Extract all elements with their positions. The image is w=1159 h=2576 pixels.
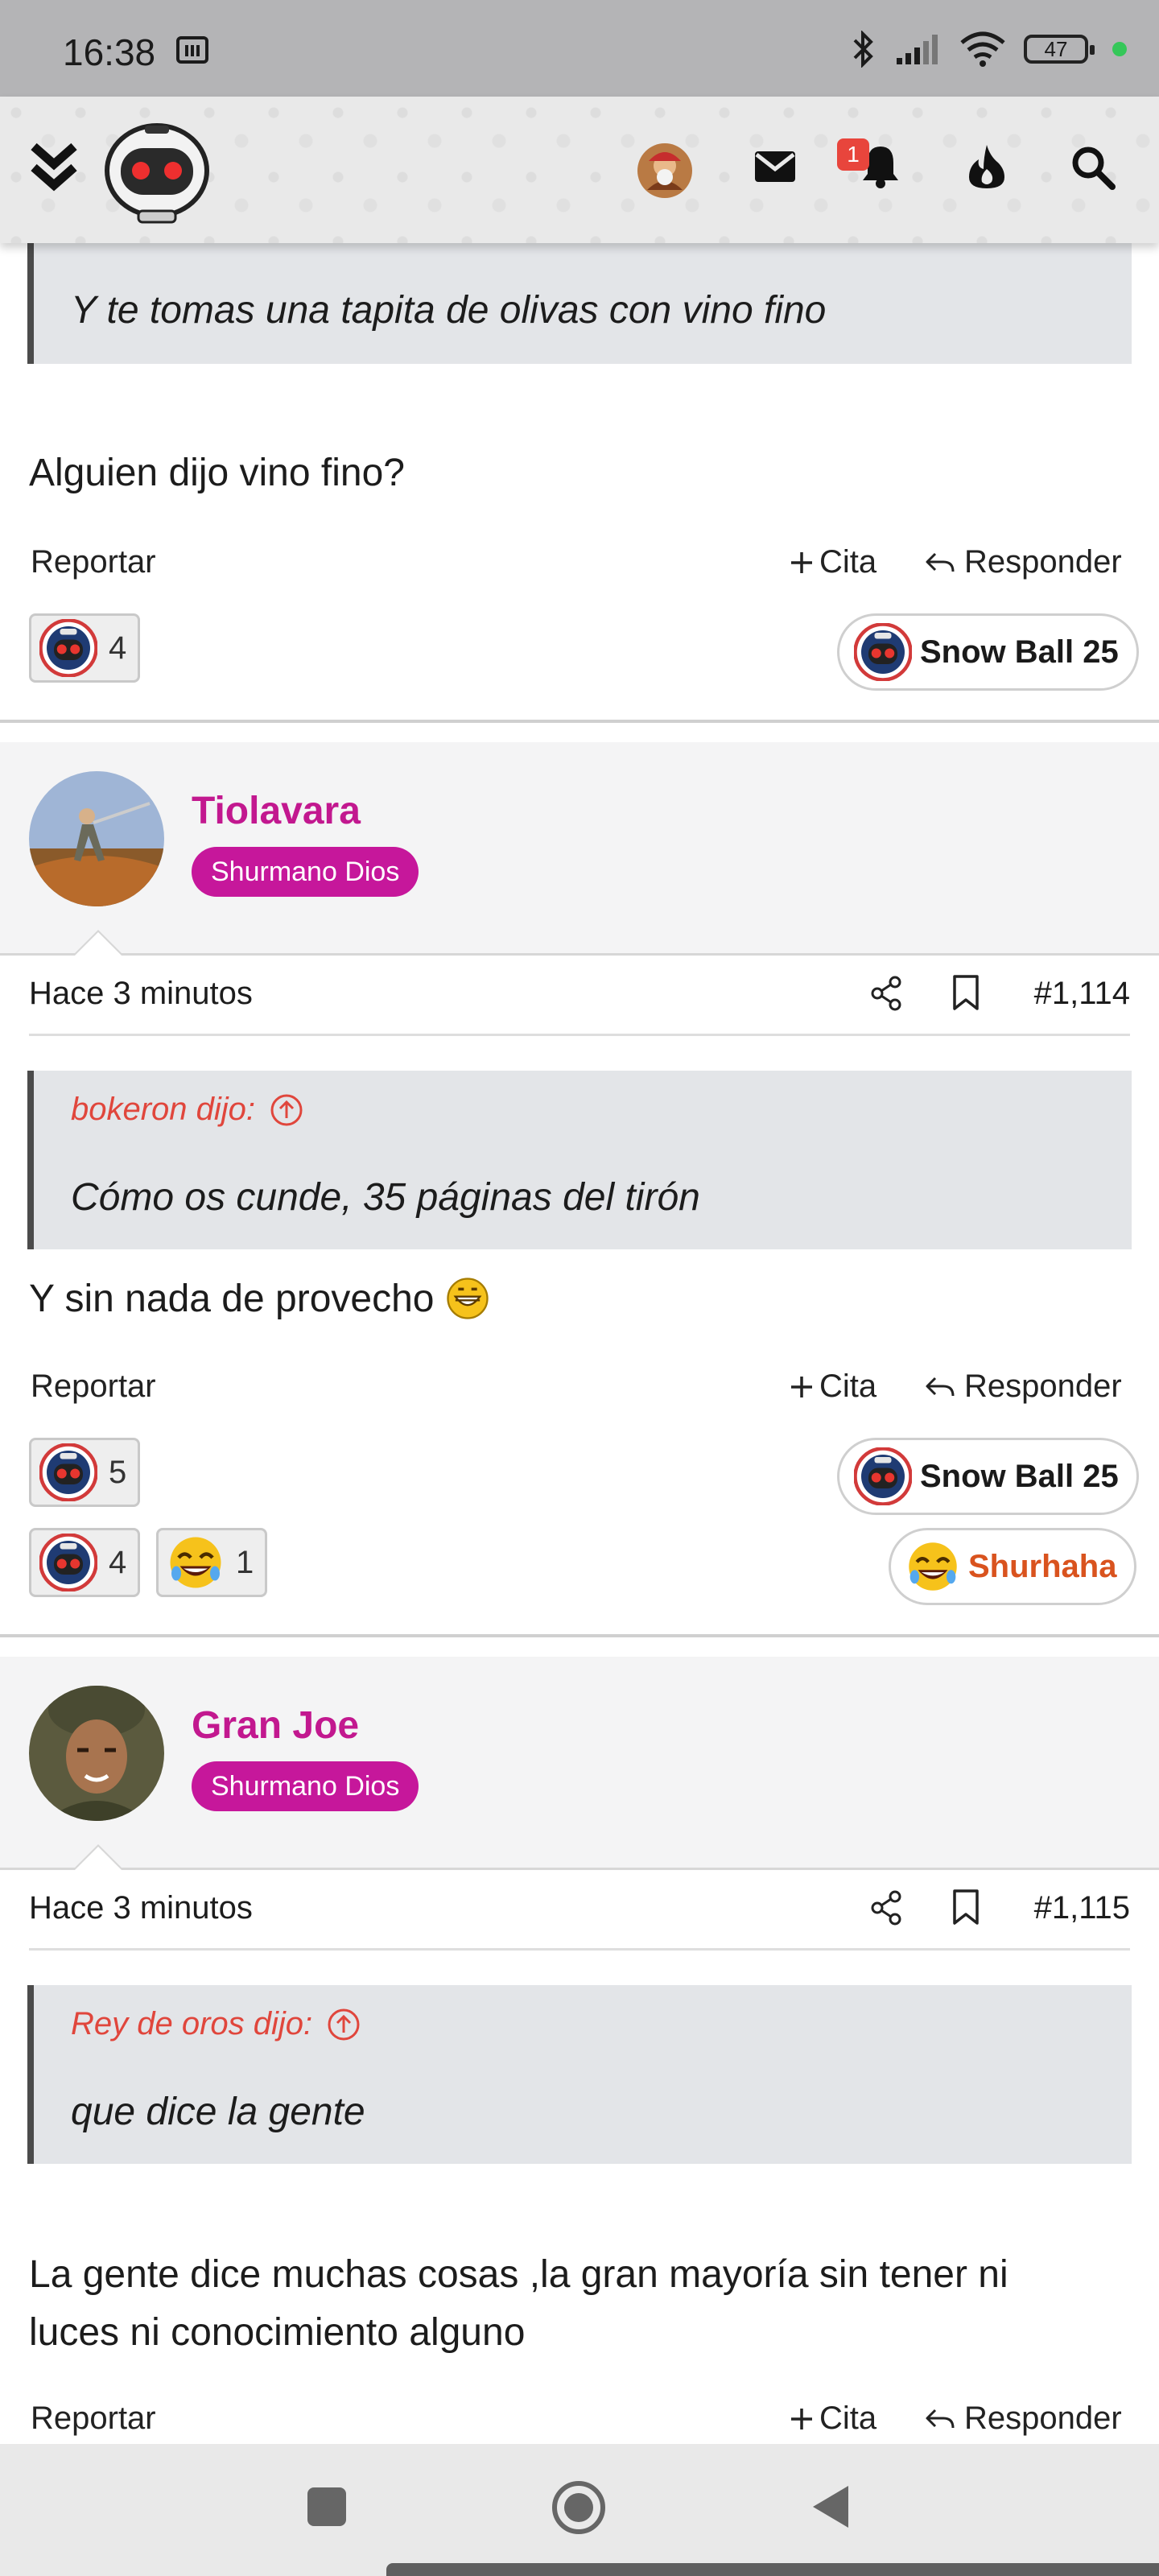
home-button-icon[interactable] bbox=[551, 2479, 607, 2536]
header-notch bbox=[72, 930, 124, 956]
reply-icon bbox=[926, 2409, 955, 2429]
quote-button[interactable]: Cita bbox=[789, 1368, 876, 1405]
jump-to-quote-icon[interactable] bbox=[270, 1093, 303, 1127]
post-number[interactable]: #1,115 bbox=[1034, 1890, 1130, 1926]
reaction-chip[interactable]: 4 bbox=[29, 613, 141, 683]
signal-icon bbox=[897, 35, 938, 64]
messages-icon[interactable] bbox=[753, 150, 797, 184]
reaction-count: 4 bbox=[109, 630, 127, 666]
app-header: 1 bbox=[0, 97, 1159, 243]
post-header: Gran Joe Shurmano Dios bbox=[0, 1657, 1159, 1870]
laugh-award-icon bbox=[905, 1539, 960, 1594]
gesture-bar bbox=[386, 2563, 1159, 2576]
robot-reaction-icon bbox=[39, 619, 97, 677]
avatar-image bbox=[29, 1686, 164, 1821]
avatar-image bbox=[29, 771, 164, 906]
robot-award-icon bbox=[854, 1447, 912, 1505]
share-icon[interactable] bbox=[871, 1890, 903, 1926]
post-actions: Reportar Cita Responder bbox=[29, 1368, 1130, 1417]
quote-block: Y te tomas una tapita de olivas con vino… bbox=[27, 243, 1132, 364]
battery-indicator: 47 bbox=[1024, 35, 1095, 64]
reaction-count: 5 bbox=[109, 1454, 127, 1490]
report-link[interactable]: Reportar bbox=[31, 1368, 156, 1405]
reply-icon bbox=[926, 1377, 955, 1397]
quote-block: bokeron dijo: Cómo os cunde, 35 páginas … bbox=[27, 1071, 1132, 1249]
clock: 16:38 bbox=[63, 31, 156, 73]
award-label: Snow Ball 25 bbox=[920, 1458, 1119, 1494]
post-divider bbox=[0, 720, 1159, 723]
quote-author[interactable]: Rey de oros dijo: bbox=[71, 2006, 361, 2042]
plus-icon bbox=[791, 551, 812, 573]
plus-icon bbox=[791, 1376, 812, 1397]
quote-text: Cómo os cunde, 35 páginas del tirón bbox=[71, 1176, 700, 1219]
laugh-reaction-icon bbox=[167, 1534, 225, 1591]
bookmark-icon[interactable] bbox=[951, 974, 980, 1011]
site-logo[interactable] bbox=[97, 121, 217, 225]
award-pill[interactable]: Snow Ball 25 bbox=[837, 1438, 1139, 1515]
reaction-chip[interactable]: 4 bbox=[29, 1528, 141, 1597]
quote-button[interactable]: Cita bbox=[789, 2401, 876, 2437]
post-body: Alguien dijo vino fino? bbox=[29, 452, 405, 494]
robot-reaction-icon bbox=[39, 1443, 97, 1501]
reply-button[interactable]: Responder bbox=[924, 544, 1122, 580]
report-link[interactable]: Reportar bbox=[31, 544, 156, 580]
reply-button[interactable]: Responder bbox=[924, 1368, 1122, 1405]
status-bar: 16:38 47 bbox=[0, 0, 1159, 97]
quote-text: Y te tomas una tapita de olivas con vino… bbox=[71, 289, 827, 332]
reaction-chip[interactable]: 5 bbox=[29, 1438, 141, 1507]
jump-to-quote-icon[interactable] bbox=[327, 2008, 361, 2041]
bluetooth-icon bbox=[853, 31, 873, 68]
bookmark-icon[interactable] bbox=[951, 1889, 980, 1926]
post-actions: Reportar Cita Responder bbox=[29, 544, 1130, 592]
user-avatar[interactable] bbox=[29, 1686, 164, 1821]
search-icon[interactable] bbox=[1070, 145, 1116, 190]
reply-icon bbox=[926, 552, 955, 572]
recents-button-icon[interactable] bbox=[306, 2486, 348, 2528]
plus-icon bbox=[791, 2408, 812, 2429]
header-notch bbox=[72, 1844, 124, 1870]
robot-award-icon bbox=[854, 623, 912, 681]
back-button-icon[interactable] bbox=[808, 2483, 852, 2531]
post-actions: Reportar Cita Responder bbox=[29, 2401, 1130, 2449]
award-pill[interactable]: Shurhaha bbox=[889, 1528, 1137, 1605]
trending-flame-icon[interactable] bbox=[967, 143, 1006, 190]
award-label: Snow Ball 25 bbox=[920, 634, 1119, 670]
award-pill[interactable]: Snow Ball 25 bbox=[837, 613, 1139, 691]
post-meta: Hace 3 minutos #1,114 bbox=[29, 953, 1130, 1036]
quote-button[interactable]: Cita bbox=[789, 544, 876, 580]
privacy-indicator-dot bbox=[1112, 42, 1127, 56]
sim-card-icon bbox=[176, 36, 208, 64]
share-icon[interactable] bbox=[871, 976, 903, 1011]
quote-block: Rey de oros dijo: que dice la gente bbox=[27, 1985, 1132, 2164]
report-link[interactable]: Reportar bbox=[31, 2401, 156, 2437]
post-header: Tiolavara Shurmano Dios bbox=[0, 742, 1159, 956]
reply-button[interactable]: Responder bbox=[924, 2401, 1122, 2437]
grin-emoji-icon bbox=[447, 1278, 489, 1319]
post-body: La gente dice muchas cosas ,la gran mayo… bbox=[29, 2253, 1008, 2354]
rank-badge: Shurmano Dios bbox=[192, 1761, 419, 1811]
wifi-icon bbox=[960, 31, 1005, 67]
reaction-chip[interactable]: 1 bbox=[156, 1528, 268, 1597]
notification-badge: 1 bbox=[837, 138, 869, 171]
robot-reaction-icon bbox=[39, 1534, 97, 1591]
menu-chevron-icon[interactable] bbox=[29, 138, 79, 195]
quote-text: que dice la gente bbox=[71, 2091, 365, 2133]
system-navigation-bar bbox=[0, 2444, 1159, 2576]
post-divider bbox=[0, 1634, 1159, 1637]
username[interactable]: Gran Joe bbox=[192, 1703, 359, 1748]
username[interactable]: Tiolavara bbox=[192, 789, 361, 833]
post-time[interactable]: Hace 3 minutos bbox=[29, 1890, 253, 1926]
user-avatar[interactable] bbox=[636, 142, 694, 200]
user-avatar[interactable] bbox=[29, 771, 164, 906]
quote-author[interactable]: bokeron dijo: bbox=[71, 1092, 303, 1128]
reaction-count: 4 bbox=[109, 1544, 127, 1580]
post-meta: Hace 3 minutos #1,115 bbox=[29, 1868, 1130, 1951]
post-number[interactable]: #1,114 bbox=[1034, 976, 1130, 1012]
post-body: Y sin nada de provecho bbox=[29, 1270, 1107, 1328]
award-label: Shurhaha bbox=[968, 1548, 1117, 1584]
post-time[interactable]: Hace 3 minutos bbox=[29, 976, 253, 1012]
rank-badge: Shurmano Dios bbox=[192, 847, 419, 897]
reaction-count: 1 bbox=[236, 1544, 254, 1580]
